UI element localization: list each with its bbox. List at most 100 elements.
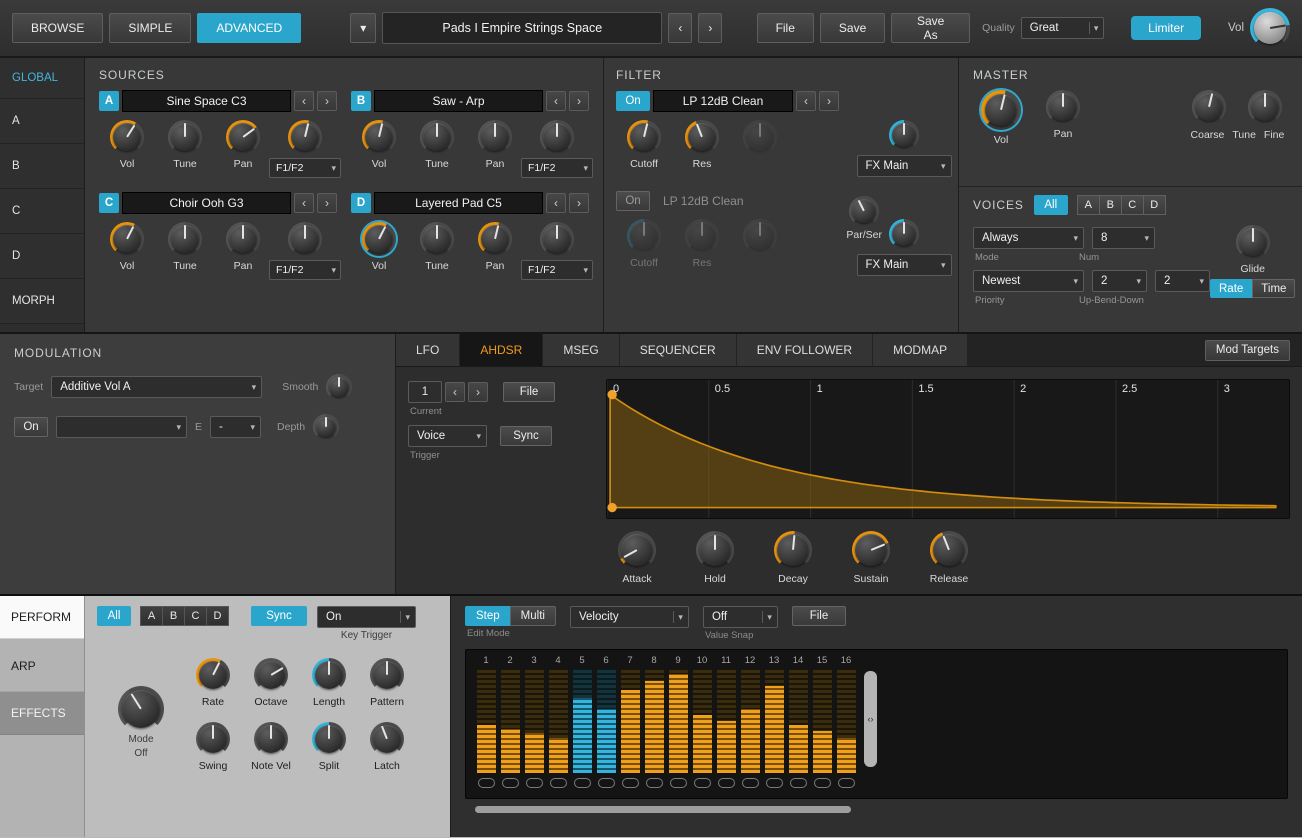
arp-rate-knob[interactable]: [196, 658, 230, 692]
step-loop-icon[interactable]: [526, 778, 543, 788]
filter1-res-knob[interactable]: [685, 120, 719, 154]
decay-knob[interactable]: [774, 531, 812, 569]
filter2-cutoff-knob[interactable]: [627, 219, 661, 253]
release-knob[interactable]: [930, 531, 968, 569]
source-b-filter-send-knob[interactable]: [540, 120, 574, 154]
seq-value-snap-select[interactable]: Off▾: [703, 606, 778, 628]
save-as-button[interactable]: Save As: [891, 13, 970, 43]
step-bar-3[interactable]: [525, 669, 544, 773]
source-d-filter-send-knob[interactable]: [540, 222, 574, 256]
arp-pattern-knob[interactable]: [370, 658, 404, 692]
source-b-name[interactable]: Saw - Arp: [374, 90, 543, 112]
voices-priority-select[interactable]: Newest▾: [973, 270, 1084, 292]
tab-perform[interactable]: PERFORM: [0, 596, 84, 639]
sustain-knob[interactable]: [852, 531, 890, 569]
browse-button[interactable]: BROWSE: [12, 13, 103, 43]
filter1-drive-knob[interactable]: [743, 120, 777, 154]
source-c-prev-button[interactable]: ‹: [294, 193, 314, 213]
step-loop-icon[interactable]: [694, 778, 711, 788]
filter1-type[interactable]: LP 12dB Clean: [653, 90, 793, 112]
source-d-tune-knob[interactable]: [420, 222, 454, 256]
source-b-vol-knob[interactable]: [362, 120, 396, 154]
voices-all-button[interactable]: All: [1034, 195, 1068, 215]
step-loop-icon[interactable]: [502, 778, 519, 788]
mod-on-button[interactable]: On: [14, 417, 48, 437]
arp-group-b-button[interactable]: B: [162, 606, 185, 626]
source-a-filter-send-knob[interactable]: [288, 120, 322, 154]
filter2-drive-knob[interactable]: [743, 219, 777, 253]
step-bar-4[interactable]: [549, 669, 568, 773]
arp-group-c-button[interactable]: C: [184, 606, 207, 626]
attack-knob[interactable]: [618, 531, 656, 569]
glide-rate-button[interactable]: Rate: [1210, 279, 1252, 298]
file-button[interactable]: File: [757, 13, 814, 43]
preset-display[interactable]: Pads I Empire Strings Space: [382, 12, 662, 44]
source-c-tune-knob[interactable]: [168, 222, 202, 256]
source-d-vol-knob[interactable]: [362, 222, 396, 256]
step-loop-icon[interactable]: [478, 778, 495, 788]
hold-knob[interactable]: [696, 531, 734, 569]
master-volume-knob[interactable]: [1250, 8, 1290, 48]
glide-knob[interactable]: [1236, 225, 1270, 259]
preset-menu-button[interactable]: ▾: [350, 13, 376, 43]
fine-tune-knob[interactable]: [1248, 90, 1282, 124]
save-button[interactable]: Save: [820, 13, 885, 43]
tab-sequencer[interactable]: SEQUENCER: [620, 334, 737, 366]
seq-vertical-scrollbar[interactable]: ‹›: [864, 671, 877, 767]
coarse-tune-knob[interactable]: [1192, 90, 1226, 124]
source-d-pan-knob[interactable]: [478, 222, 512, 256]
seq-param-select[interactable]: Velocity▾: [570, 606, 689, 628]
filter1-on-button[interactable]: On: [616, 91, 650, 111]
source-b-filter-route-select[interactable]: F1/F2▾: [521, 158, 593, 178]
step-loop-icon[interactable]: [670, 778, 687, 788]
arp-octave-knob[interactable]: [254, 658, 288, 692]
voices-group-b-button[interactable]: B: [1099, 195, 1122, 215]
step-bar-10[interactable]: [693, 669, 712, 773]
edit-mode-multi-button[interactable]: Multi: [510, 606, 556, 626]
step-loop-icon[interactable]: [790, 778, 807, 788]
env-current-value[interactable]: 1: [408, 381, 442, 403]
step-loop-icon[interactable]: [814, 778, 831, 788]
arp-mode-knob[interactable]: [118, 686, 164, 732]
step-loop-icon[interactable]: [574, 778, 591, 788]
filter1-cutoff-knob[interactable]: [627, 120, 661, 154]
step-bar-11[interactable]: [717, 669, 736, 773]
step-bar-16[interactable]: [837, 669, 856, 773]
filter2-route-select[interactable]: FX Main▾: [857, 254, 952, 276]
mod-source-select[interactable]: ▾: [56, 416, 187, 438]
voices-mode-select[interactable]: Always▾: [973, 227, 1084, 249]
tab-source-d[interactable]: D: [0, 234, 84, 279]
env-trigger-select[interactable]: Voice▾: [408, 425, 487, 447]
source-c-next-button[interactable]: ›: [317, 193, 337, 213]
env-next-button[interactable]: ›: [468, 382, 488, 402]
step-loop-icon[interactable]: [838, 778, 855, 788]
source-a-tune-knob[interactable]: [168, 120, 202, 154]
prev-preset-button[interactable]: ‹: [668, 13, 692, 43]
tab-env-follower[interactable]: ENV FOLLOWER: [737, 334, 873, 366]
arp-sync-button[interactable]: Sync: [251, 606, 307, 626]
filter2-fx-amount-knob[interactable]: [889, 219, 919, 249]
source-a-name[interactable]: Sine Space C3: [122, 90, 291, 112]
source-a-filter-route-select[interactable]: F1/F2▾: [269, 158, 341, 178]
source-a-vol-knob[interactable]: [110, 120, 144, 154]
source-b-tune-knob[interactable]: [420, 120, 454, 154]
voices-down-bend-select[interactable]: 2▾: [1155, 270, 1210, 292]
arp-swing-knob[interactable]: [196, 722, 230, 756]
mod-smooth-knob[interactable]: [326, 374, 352, 400]
filter1-fx-amount-knob[interactable]: [889, 120, 919, 150]
glide-time-button[interactable]: Time: [1252, 279, 1295, 298]
step-bar-6[interactable]: [597, 669, 616, 773]
tab-global[interactable]: GLOBAL: [0, 58, 84, 99]
arp-note-vel-knob[interactable]: [254, 722, 288, 756]
voices-up-bend-select[interactable]: 2▾: [1092, 270, 1147, 292]
source-c-vol-knob[interactable]: [110, 222, 144, 256]
arp-key-trigger-select[interactable]: On▾: [317, 606, 416, 628]
source-a-next-button[interactable]: ›: [317, 91, 337, 111]
voices-group-c-button[interactable]: C: [1121, 195, 1144, 215]
tab-morph[interactable]: MORPH: [0, 279, 84, 324]
source-b-next-button[interactable]: ›: [569, 91, 589, 111]
filter1-route-select[interactable]: FX Main▾: [857, 155, 952, 177]
tab-mseg[interactable]: MSEG: [543, 334, 619, 366]
arp-group-a-button[interactable]: A: [140, 606, 163, 626]
arp-all-button[interactable]: All: [97, 606, 131, 626]
